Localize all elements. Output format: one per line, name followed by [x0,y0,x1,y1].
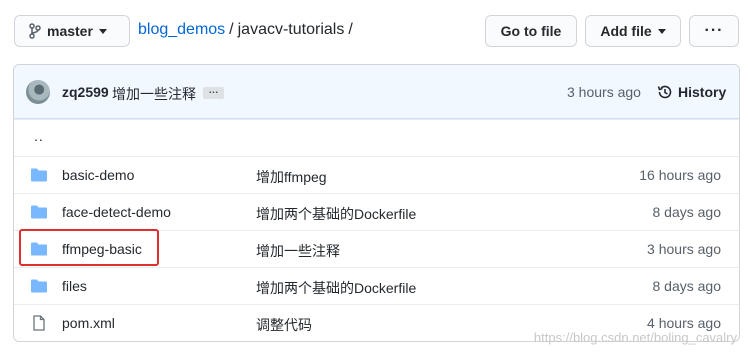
latest-commit-bar: zq2599 增加一些注释 … 3 hours ago History [14,65,739,119]
breadcrumb-separator: / [348,21,353,38]
add-file-label: Add file [600,23,652,39]
kebab-horizontal-icon: ··· [704,22,724,39]
file-browser: zq2599 增加一些注释 … 3 hours ago History .. b… [13,64,740,342]
chevron-down-icon [657,28,666,34]
file-commit-message[interactable]: 增加一些注释 [256,241,340,261]
breadcrumb: blog_demos / javacv-tutorials / [138,21,353,39]
file-commit-message[interactable]: 调整代码 [256,315,312,335]
breadcrumb-separator: / [229,21,234,38]
go-to-file-button[interactable]: Go to file [485,15,577,47]
chevron-down-icon [98,28,107,34]
commit-expand-button[interactable]: … [203,86,224,99]
file-age: 8 days ago [652,278,722,294]
file-age: 16 hours ago [639,167,721,183]
file-commit-message[interactable]: 增加两个基础的Dockerfile [256,204,416,224]
folder-icon [31,168,47,182]
file-commit-message[interactable]: 增加两个基础的Dockerfile [256,278,416,298]
file-age: 3 hours ago [647,241,721,257]
branch-name: master [47,23,93,39]
add-file-button[interactable]: Add file [585,15,681,47]
file-row[interactable]: files 增加两个基础的Dockerfile 8 days ago [14,267,739,304]
parent-directory-row[interactable]: .. [14,119,739,156]
file-age: 8 days ago [652,204,722,220]
folder-icon [31,279,47,293]
highlight-box [19,229,159,266]
file-name-link[interactable]: basic-demo [62,167,134,183]
watermark: https://blog.csdn.net/boling_cavalry [533,330,737,345]
more-options-button[interactable]: ··· [689,15,739,47]
avatar[interactable] [26,80,50,104]
breadcrumb-current-folder: javacv-tutorials [237,21,345,38]
folder-icon [31,205,47,219]
history-icon [657,85,672,99]
file-name-link[interactable]: pom.xml [62,315,115,331]
repo-toolbar: master blog_demos / javacv-tutorials / G… [0,0,749,62]
file-age: 4 hours ago [647,315,721,331]
commit-author[interactable]: zq2599 [62,84,109,100]
breadcrumb-repo-link[interactable]: blog_demos [138,21,225,39]
file-row[interactable]: face-detect-demo 增加两个基础的Dockerfile 8 day… [14,193,739,230]
go-to-file-label: Go to file [500,23,562,39]
file-name-link[interactable]: files [62,278,87,294]
file-name-link[interactable]: face-detect-demo [62,204,171,220]
parent-directory-link[interactable]: .. [34,128,44,144]
file-icon [33,315,45,331]
file-commit-message[interactable]: 增加ffmpeg [256,167,327,187]
branch-select-button[interactable]: master [14,15,130,47]
commit-message[interactable]: 增加一些注释 [112,84,196,104]
file-row[interactable]: basic-demo 增加ffmpeg 16 hours ago [14,156,739,193]
history-link[interactable]: History [657,84,726,100]
git-branch-icon [29,23,41,39]
history-label: History [678,84,727,100]
commit-time: 3 hours ago [567,84,641,100]
